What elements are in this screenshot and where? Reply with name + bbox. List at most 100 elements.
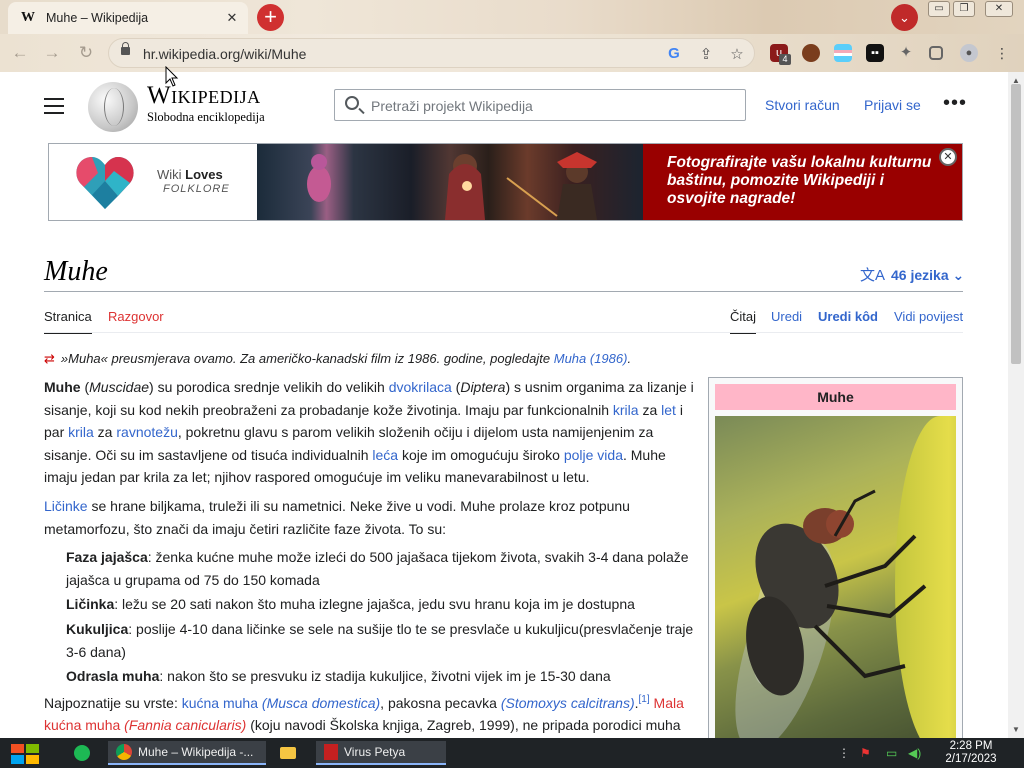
browser-tab-active[interactable]: W Muhe – Wikipedija ✕ (8, 2, 248, 34)
list-item: Ličinka: ležu se 20 sati nakon što muha … (66, 596, 635, 613)
system-clock[interactable]: 2:28 PM 2/17/2023 (930, 740, 1012, 766)
banner-folklore-photos (257, 144, 643, 220)
banner-message[interactable]: Fotografirajte vašu lokalnu kulturnu baš… (643, 144, 962, 220)
taskbar-chrome-item[interactable]: Muhe – Wikipedija -... (108, 741, 266, 765)
share-icon[interactable]: ⇪ (697, 45, 715, 63)
page-scrollbar[interactable]: ▲ ▼ (1008, 72, 1024, 738)
intro-paragraph: Muhe (Muscidae) su porodica srednje veli… (44, 379, 694, 486)
life-stages-list: Faza jajašca: ženka kućne muhe može izle… (66, 546, 696, 688)
link-leca[interactable]: leća (372, 447, 398, 463)
link-licinke[interactable]: Ličinke (44, 498, 88, 514)
link-let[interactable]: let (661, 402, 676, 418)
avatar-extension-icon[interactable] (802, 44, 820, 62)
reload-icon[interactable]: ↻ (76, 43, 96, 63)
wikipedia-globe-logo[interactable] (88, 82, 138, 132)
tabs-divider (44, 332, 963, 333)
search-icon (345, 96, 359, 110)
scroll-down-icon[interactable]: ▼ (1012, 725, 1020, 734)
list-item: Kukuljica: poslije 4-10 dana ličinke se … (66, 620, 694, 660)
file-explorer-icon[interactable] (276, 741, 300, 765)
browser-title-bar: W Muhe – Wikipedija ✕ + ⌄ ▭ ❐ ✕ (0, 0, 1024, 34)
tray-flag-icon[interactable]: ⚑ (860, 746, 871, 760)
windows-start-icon[interactable] (9, 742, 42, 766)
more-options-icon[interactable]: ••• (943, 93, 967, 113)
url-text[interactable]: hr.wikipedia.org/wiki/Muhe (143, 46, 306, 62)
mouse-cursor-icon (165, 66, 179, 87)
title-divider (44, 291, 963, 292)
close-window-button[interactable]: ✕ (985, 1, 1013, 17)
forward-arrow-icon[interactable]: → (42, 43, 62, 63)
tab-close-icon[interactable]: ✕ (224, 10, 240, 26)
tab-uredi-kod[interactable]: Uredi kôd (818, 309, 878, 324)
hatnote: ⇄ »Muha« preusmjerava ovamo. Za američko-… (44, 351, 632, 366)
reference-1[interactable]: [1] (639, 694, 650, 705)
banner-logo-area: Wiki Loves FOLKLORE (49, 144, 257, 220)
banner-wiki-loves-text: Wiki Loves (157, 167, 223, 182)
link-stomoxys[interactable]: (Stomoxys calcitrans) (501, 695, 635, 711)
tab-stranica[interactable]: Stranica (44, 309, 92, 334)
taskbar-virus-petya-item[interactable]: Virus Petya (316, 741, 446, 765)
language-count: 46 jezika (891, 267, 949, 283)
link-fannia[interactable]: (Fannia canicularis) (124, 717, 246, 733)
search-box[interactable] (334, 89, 746, 121)
fly-photo[interactable] (715, 416, 956, 738)
wikipedia-favicon-icon: W (21, 10, 35, 25)
larvae-paragraph: Ličinke se hrane biljkama, truleži ili s… (44, 497, 630, 537)
spotify-taskbar-icon[interactable] (72, 741, 92, 765)
lock-icon (121, 42, 130, 55)
wiki-loves-folklore-banner[interactable]: Wiki Loves FOLKLORE Fotografirajte vašu … (48, 143, 963, 221)
language-selector[interactable]: 文A 46 jezika ⌄ (860, 264, 964, 285)
tab-citaj[interactable]: Čitaj (730, 309, 757, 334)
virus-petya-icon (324, 744, 338, 760)
volume-icon[interactable]: ◀) (908, 746, 921, 760)
list-item: Odrasla muha: nakon što se presvuku iz s… (66, 668, 611, 685)
dark-extension-icon[interactable]: ▪▪ (866, 44, 884, 62)
link-krila[interactable]: krila (613, 402, 639, 418)
link-musca-domestica[interactable]: (Musca domestica) (262, 695, 380, 711)
tab-search-button[interactable]: ⌄ (891, 4, 918, 31)
banner-folklore-text: FOLKLORE (163, 183, 230, 195)
login-link[interactable]: Prijavi se (864, 97, 921, 113)
main-menu-hamburger-icon[interactable] (44, 98, 64, 114)
chrome-icon (116, 744, 132, 760)
extensions-puzzle-icon[interactable]: ✦ (897, 44, 915, 62)
clock-time: 2:28 PM (949, 740, 993, 752)
back-arrow-icon[interactable]: ← (10, 43, 30, 63)
google-icon[interactable]: G (665, 45, 683, 62)
windows-taskbar: Muhe – Wikipedija -... Virus Petya ⋮ ⚑ ▭… (0, 738, 1024, 768)
clock-date: 2/17/2023 (945, 753, 997, 765)
profile-icon[interactable]: ● (960, 44, 978, 62)
restore-button[interactable]: ❐ (953, 1, 975, 17)
minimize-button[interactable]: ▭ (928, 1, 950, 17)
scrollbar-thumb[interactable] (1011, 84, 1021, 364)
address-bar[interactable]: hr.wikipedia.org/wiki/Muhe G ⇪ ☆ (108, 38, 755, 68)
link-dvokrilaca[interactable]: dvokrilaca (389, 379, 452, 395)
link-krila-2[interactable]: krila (68, 424, 94, 440)
banner-close-icon[interactable]: ✕ (939, 148, 957, 166)
new-tab-button[interactable]: + (257, 4, 284, 31)
extension-badge: 4 (779, 54, 791, 65)
bookmark-star-icon[interactable]: ☆ (728, 45, 746, 63)
chevron-down-icon: ⌄ (952, 267, 965, 283)
tray-overflow-icon[interactable]: ⋮ (838, 746, 850, 760)
infobox: Muhe (708, 377, 963, 738)
create-account-link[interactable]: Stvori račun (765, 97, 840, 113)
link-polje-vida[interactable]: polje vida (564, 447, 623, 463)
hatnote-link[interactable]: Muha (1986) (554, 351, 628, 366)
tab-uredi[interactable]: Uredi (771, 309, 802, 324)
network-icon[interactable]: ▭ (886, 746, 897, 760)
web-page: Wikipedija Slobodna enciklopedija Stvori… (0, 72, 1008, 738)
flag-extension-icon[interactable] (834, 44, 852, 62)
tab-razgovor[interactable]: Razgovor (108, 309, 164, 324)
side-panel-icon[interactable] (929, 46, 943, 60)
link-kucna-muha[interactable]: kućna muha (182, 695, 258, 711)
translate-icon: 文A (860, 267, 886, 284)
link-ravnotezu[interactable]: ravnotežu (116, 424, 177, 440)
search-input[interactable] (371, 96, 731, 116)
tab-vidi-povijest[interactable]: Vidi povijest (894, 309, 963, 324)
browser-menu-icon[interactable]: ⋮ (993, 44, 1011, 62)
infobox-title: Muhe (715, 384, 956, 410)
page-title: Muhe (44, 256, 108, 287)
fly-illustration (735, 489, 927, 738)
wikipedia-tagline: Slobodna enciklopedija (147, 110, 265, 124)
